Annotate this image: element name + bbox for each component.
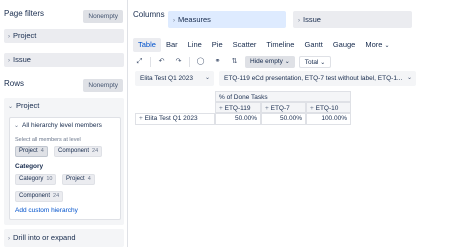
left-panel: Page filters Nonempty › Project › Issue Ro… — [0, 0, 128, 247]
toolbar-divider — [189, 56, 190, 67]
chevron-right-icon: › — [8, 34, 10, 40]
rows-label: Rows — [4, 79, 25, 88]
total-label: Total — [304, 58, 319, 66]
tab-gantt[interactable]: Gantt — [299, 38, 327, 52]
category-chip-category[interactable]: Category 10 — [15, 174, 57, 185]
toolbar-divider — [150, 56, 151, 67]
page-filter-label: Project — [13, 31, 37, 40]
level-chip-project[interactable]: Project 4 — [15, 146, 48, 157]
columns-measures[interactable]: › Measures — [168, 11, 286, 28]
page-filter-project[interactable]: › Project — [4, 29, 124, 43]
chip-count: 24 — [92, 148, 99, 154]
redo-icon[interactable]: ↷ — [172, 55, 185, 68]
chevron-right-icon: › — [298, 18, 300, 24]
chevron-down-icon: ⌄ — [320, 59, 326, 66]
category-label: Category — [15, 163, 44, 170]
chevron-down-icon: ⌄ — [406, 75, 412, 81]
chip-label: Project — [66, 176, 85, 182]
category-chip-project[interactable]: Project 4 — [62, 174, 95, 185]
column-header-label: ETQ-7 — [270, 105, 290, 112]
column-header-label: ETQ-119 — [224, 105, 251, 112]
chevron-down-icon: ⌄ — [384, 43, 390, 49]
issue-page-selector[interactable]: ETQ-119 eCd presentation, ETQ-7 test wit… — [219, 71, 416, 86]
total-button[interactable]: Total ⌄ — [298, 55, 332, 68]
tab-timeline[interactable]: Timeline — [261, 38, 299, 52]
hierarchy-box-header[interactable]: ⌄ All hierarchy level members — [14, 122, 102, 129]
table-corner — [135, 102, 215, 113]
row-header-label: Elita Test Q1 2023 — [144, 115, 198, 122]
issue-selector-value: ETQ-119 eCd presentation, ETQ-7 test wit… — [224, 75, 403, 82]
chevron-down-icon: ⌄ — [204, 75, 210, 81]
table-cell: 50.00% — [215, 113, 261, 125]
table-cell: 100.00% — [306, 113, 351, 125]
hide-empty-label: Hide empty — [250, 57, 283, 65]
page-filter-label: Issue — [13, 55, 31, 64]
hierarchy-box-subtitle: Select all members at level — [15, 137, 81, 143]
expand-icon[interactable]: ⤢ — [133, 55, 146, 68]
columns-item-label: Measures — [178, 15, 211, 24]
category-chip-component[interactable]: Component 24 — [15, 191, 64, 202]
rows-dimension-label: Project — [16, 101, 40, 110]
chip-label: Component — [58, 148, 90, 154]
period-page-selector[interactable]: Elita Test Q1 2023 ⌄ — [135, 71, 214, 86]
chevron-right-icon: › — [173, 18, 175, 24]
columns-label: Columns — [133, 10, 165, 19]
more-label: More — [365, 40, 383, 49]
tab-gauge[interactable]: Gauge — [328, 38, 361, 52]
chip-count: 4 — [87, 176, 91, 182]
measure-header[interactable]: % of Done Tasks — [215, 91, 351, 102]
tab-more[interactable]: More ⌄ — [360, 38, 394, 52]
columns-issue[interactable]: › Issue — [293, 11, 412, 28]
drill-label: Drill into or expand — [13, 233, 76, 242]
page-filters-nonempty-button[interactable]: Nonempty — [83, 10, 123, 23]
chevron-down-icon: ⌄ — [284, 58, 290, 65]
chevron-right-icon: › — [8, 58, 10, 64]
table-cell: 50.00% — [261, 113, 306, 125]
tab-bar[interactable]: Bar — [161, 38, 183, 52]
view-tabs: Table Bar Line Pie Scatter Timeline Gant… — [133, 38, 395, 52]
level-chip-component[interactable]: Component 24 — [54, 146, 103, 157]
column-header[interactable]: + ETQ-119 — [215, 102, 261, 113]
page-filter-issue[interactable]: › Issue — [4, 53, 124, 67]
tab-line[interactable]: Line — [183, 38, 207, 52]
table-corner — [135, 91, 215, 102]
column-header[interactable]: + ETQ-7 — [261, 102, 306, 113]
link-icon[interactable]: ⚭ — [211, 55, 224, 68]
chevron-down-icon: ⌄ — [14, 123, 20, 129]
tab-pie[interactable]: Pie — [207, 38, 228, 52]
chip-label: Project — [19, 148, 38, 154]
drill-into-expand[interactable]: › Drill into or expand — [4, 229, 124, 247]
chip-count: 24 — [53, 193, 60, 199]
rows-dimension-panel: ⌄ Project ⌄ All hierarchy level members Se… — [4, 98, 124, 225]
toolbar: ⤢ ↶ ↷ ◯ ⚭ ⇅ Hide empty ⌄ Total ⌄ — [133, 55, 335, 68]
undo-icon[interactable]: ↶ — [155, 55, 168, 68]
sort-icon[interactable]: ⇅ — [228, 55, 241, 68]
chevron-right-icon: › — [8, 236, 10, 242]
chevron-down-icon: ⌄ — [8, 104, 14, 110]
chip-count: 4 — [40, 148, 44, 154]
chip-count: 10 — [46, 176, 53, 182]
hierarchy-box-title: All hierarchy level members — [22, 122, 102, 129]
tab-scatter[interactable]: Scatter — [228, 38, 262, 52]
tab-table[interactable]: Table — [133, 38, 161, 52]
period-selector-value: Elita Test Q1 2023 — [140, 75, 193, 82]
column-header[interactable]: + ETQ-10 — [306, 102, 351, 113]
rows-nonempty-button[interactable]: Nonempty — [83, 79, 123, 92]
columns-item-label: Issue — [303, 15, 321, 24]
page-filters-label: Page filters — [4, 9, 45, 18]
chip-label: Component — [19, 193, 51, 199]
chip-label: Category — [19, 176, 44, 182]
rows-dimension-header[interactable]: ⌄ Project — [8, 101, 39, 112]
comment-icon[interactable]: ◯ — [194, 55, 207, 68]
column-header-label: ETQ-10 — [315, 105, 339, 112]
add-custom-hierarchy-link[interactable]: Add custom hierarchy — [15, 207, 78, 214]
hierarchy-members-box: ⌄ All hierarchy level members Select all … — [9, 117, 121, 220]
row-header[interactable]: + Elita Test Q1 2023 — [135, 113, 215, 125]
hide-empty-button[interactable]: Hide empty ⌄ — [245, 55, 295, 68]
